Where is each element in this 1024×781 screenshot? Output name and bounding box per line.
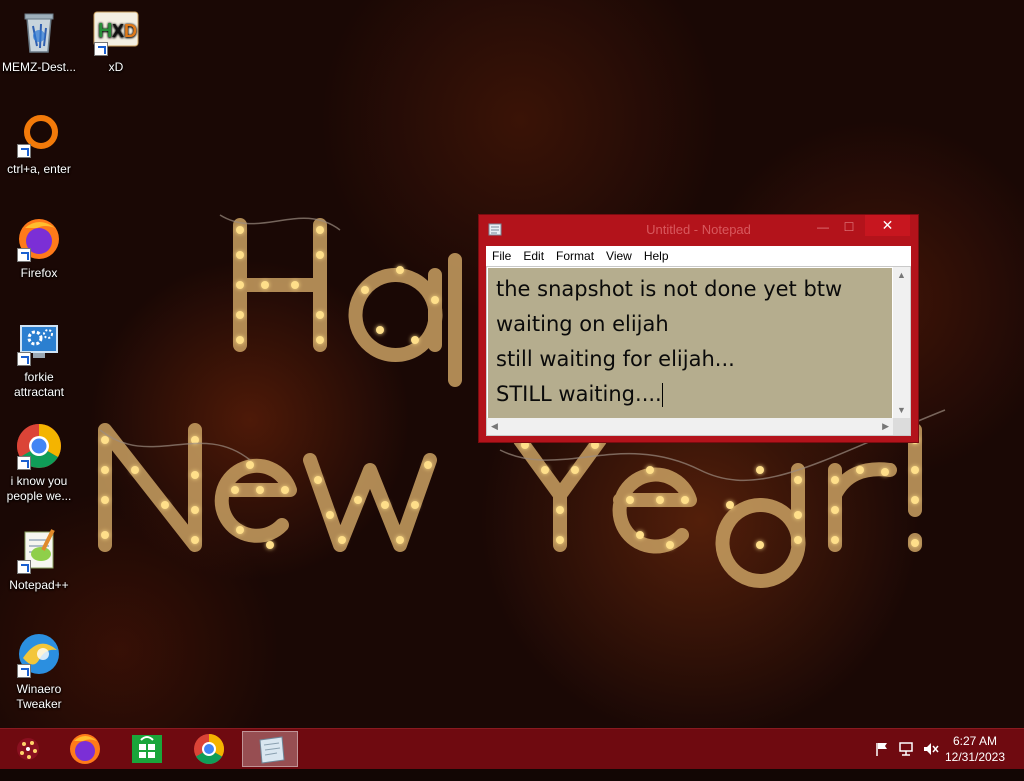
- menu-file[interactable]: File: [486, 246, 517, 266]
- shortcut-arrow-icon: [17, 352, 31, 366]
- desktop-icon-label: Notepad++: [9, 578, 69, 592]
- notepadpp-icon: [15, 526, 63, 574]
- taskbar: 6:27 AM 12/31/2023: [0, 728, 1024, 769]
- notepad-window[interactable]: Untitled - Notepad — ☐ ✕ File Edit Format V…: [478, 214, 919, 443]
- scroll-up-icon[interactable]: ▲: [897, 270, 906, 280]
- shortcut-arrow-icon: [17, 456, 31, 470]
- text-line: waiting on elijah: [496, 312, 669, 336]
- chrome-icon: [15, 422, 63, 470]
- desktop-icon-label: i know you people we...: [6, 474, 72, 503]
- taskbar-firefox[interactable]: [58, 731, 114, 767]
- menu-help[interactable]: Help: [638, 246, 675, 266]
- flag-icon[interactable]: [874, 741, 890, 781]
- desktop-icon-notepadpp[interactable]: Notepad++: [1, 526, 77, 593]
- desktop-icon-firefox[interactable]: Firefox: [1, 214, 77, 281]
- shortcut-arrow-icon: [94, 42, 108, 56]
- start-button[interactable]: [2, 731, 58, 767]
- desktop-icon-ctrl-a-enter[interactable]: ctrl+a, enter: [1, 110, 77, 177]
- desktop-icon-label: Firefox: [20, 266, 58, 280]
- firefox-icon: [70, 734, 100, 764]
- shortcut-arrow-icon: [17, 144, 31, 158]
- svg-text:H: H: [98, 20, 112, 42]
- desktop-icon-winaero-tweaker[interactable]: Winaero Tweaker: [1, 630, 77, 712]
- svg-text:X: X: [112, 21, 124, 41]
- notepad-icon: [259, 736, 285, 764]
- orange-ring-icon: [15, 110, 63, 158]
- desktop-icon-label: ctrl+a, enter: [7, 162, 71, 176]
- shortcut-arrow-icon: [17, 664, 31, 678]
- menu-bar: File Edit Format View Help: [486, 246, 911, 266]
- chrome-icon: [194, 734, 225, 765]
- firefox-icon: [15, 214, 63, 262]
- title-bar[interactable]: Untitled - Notepad — ☐ ✕: [479, 215, 918, 245]
- desktop-icon-forkie-attractant[interactable]: forkie attractant: [1, 318, 77, 400]
- menu-view[interactable]: View: [600, 246, 638, 266]
- text-line: the snapshot is not done yet btw: [496, 277, 843, 301]
- scroll-right-icon[interactable]: ▶: [882, 421, 889, 432]
- desktop-icon-label: forkie attractant: [13, 370, 65, 399]
- desktop-icon-label: xD: [108, 60, 124, 74]
- recycle-bin-icon: [15, 8, 63, 56]
- desktop-icon-label: Winaero Tweaker: [16, 682, 62, 711]
- text-line: still waiting for elijah...: [496, 347, 735, 371]
- desktop-icon-xd[interactable]: H X D xD: [78, 8, 154, 75]
- desktop-icon-chrome[interactable]: i know you people we...: [1, 422, 77, 504]
- clock-date: 12/31/2023: [944, 750, 1006, 764]
- desktop: MEMZ-Dest... H X D xD ctrl+a, enter Fire…: [0, 0, 1024, 728]
- monitor-gear-icon: [15, 318, 63, 366]
- desktop-icon-label: MEMZ-Dest...: [2, 60, 76, 74]
- editor-frame: the snapshot is not done yet btw waiting …: [486, 266, 911, 436]
- desktop-icon-memz[interactable]: MEMZ-Dest...: [1, 8, 77, 75]
- text-caret: [661, 383, 663, 407]
- taskbar-chrome[interactable]: [181, 731, 237, 767]
- volume-muted-icon[interactable]: [922, 741, 940, 781]
- text-line: STILL waiting....: [496, 382, 662, 406]
- horizontal-scrollbar[interactable]: ◀ ▶: [487, 418, 893, 435]
- menu-format[interactable]: Format: [550, 246, 600, 266]
- taskbar-notepad[interactable]: [242, 731, 298, 767]
- start-orb-icon: [17, 738, 39, 760]
- close-button[interactable]: ✕: [865, 215, 910, 236]
- minimize-button[interactable]: —: [810, 217, 836, 237]
- maximize-button[interactable]: ☐: [836, 217, 862, 237]
- text-editor[interactable]: the snapshot is not done yet btw waiting …: [488, 268, 892, 418]
- shortcut-arrow-icon: [17, 560, 31, 574]
- vertical-scrollbar[interactable]: ▲ ▼: [893, 267, 910, 418]
- clock-time: 6:27 AM: [952, 734, 998, 748]
- menu-edit[interactable]: Edit: [517, 246, 550, 266]
- scroll-left-icon[interactable]: ◀: [491, 421, 498, 432]
- store-icon: [132, 735, 162, 763]
- hxd-icon: H X D: [92, 8, 140, 56]
- network-icon[interactable]: [898, 741, 914, 781]
- winaero-icon: [15, 630, 63, 678]
- clock[interactable]: 6:27 AM 12/31/2023: [940, 733, 1010, 765]
- resize-grip-icon[interactable]: [893, 418, 910, 435]
- taskbar-store[interactable]: [119, 731, 175, 767]
- shortcut-arrow-icon: [17, 248, 31, 262]
- scroll-down-icon[interactable]: ▼: [897, 405, 906, 415]
- svg-text:D: D: [124, 21, 137, 41]
